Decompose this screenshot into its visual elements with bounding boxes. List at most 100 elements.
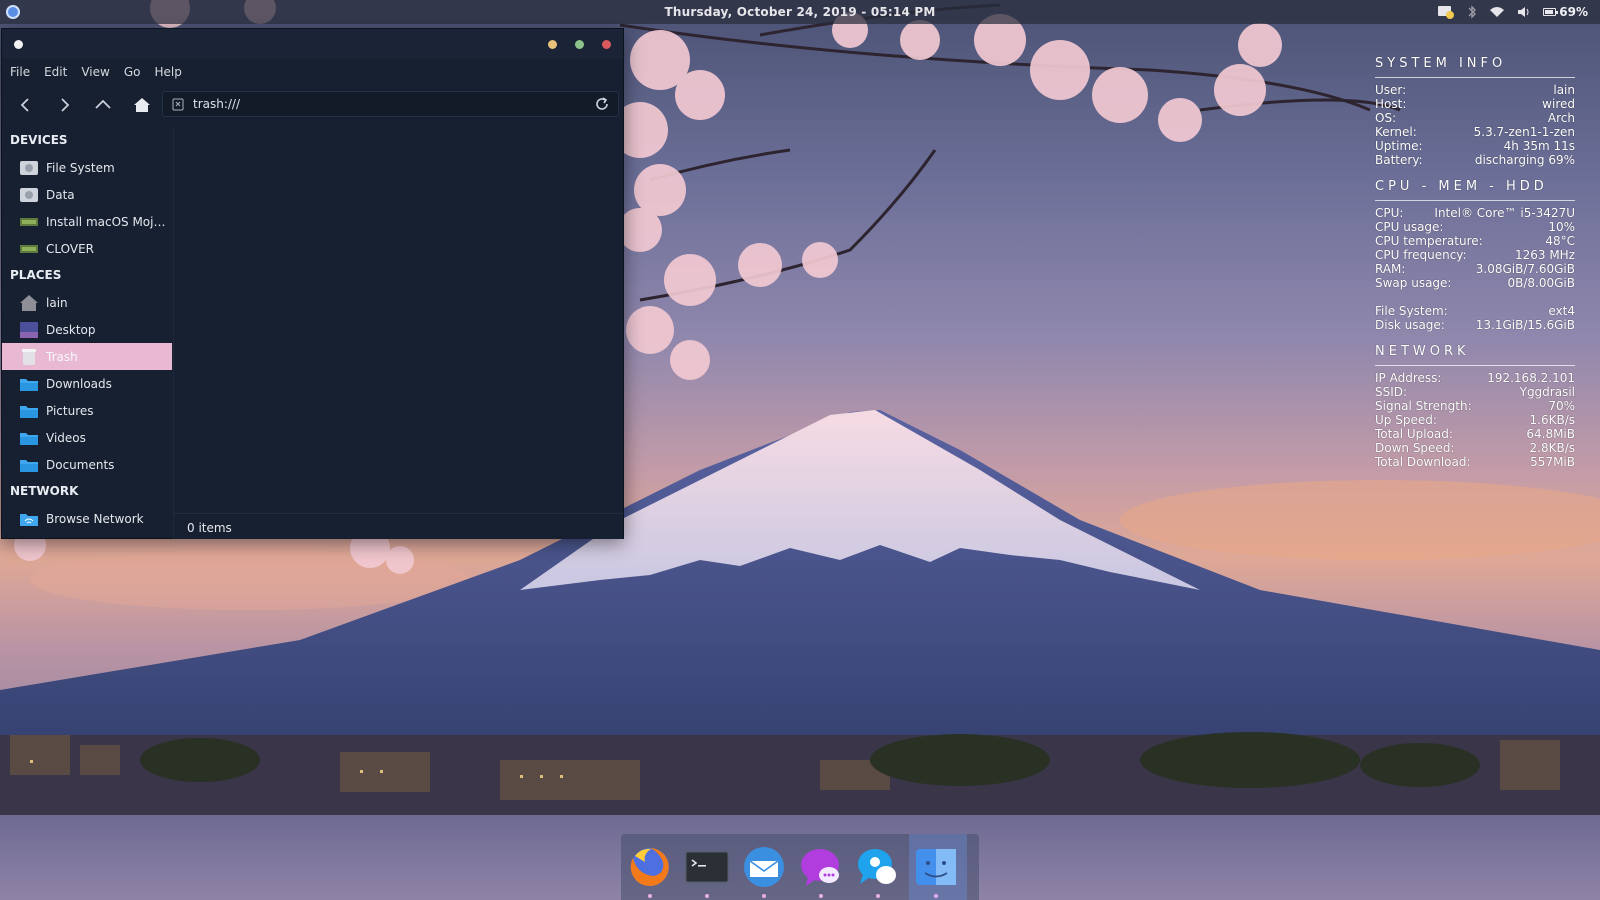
sidebar-item-clover[interactable]: CLOVER bbox=[2, 235, 172, 262]
sidebar-item-home[interactable]: lain bbox=[2, 289, 172, 316]
cpu-mem-hdd-title: CPU - MEM - HDD bbox=[1375, 179, 1575, 201]
sidebar-item-file-system[interactable]: File System bbox=[2, 154, 172, 181]
info-row: OS: Arch bbox=[1375, 111, 1575, 125]
forward-button[interactable] bbox=[52, 93, 76, 117]
info-row: Signal Strength: 70% bbox=[1375, 399, 1575, 413]
reload-icon[interactable] bbox=[594, 96, 610, 112]
folder-icon bbox=[19, 402, 39, 420]
info-row: Total Upload: 64.8MiB bbox=[1375, 427, 1575, 441]
cpu-mem-hdd-block: CPU - MEM - HDD CPU: Intel® Core™ i5-3427… bbox=[1375, 179, 1575, 332]
dock bbox=[621, 834, 979, 900]
network-icon bbox=[19, 510, 39, 528]
chevron-left-icon bbox=[20, 98, 29, 112]
home-icon bbox=[19, 294, 39, 312]
up-button[interactable] bbox=[91, 93, 115, 117]
window-titlebar[interactable] bbox=[2, 29, 623, 59]
info-row: IP Address: 192.168.2.101 bbox=[1375, 371, 1575, 385]
volume-icon[interactable] bbox=[1517, 3, 1531, 21]
mail-icon bbox=[744, 847, 784, 887]
sidebar-item-desktop[interactable]: Desktop bbox=[2, 316, 172, 343]
info-row: CPU frequency: 1263 MHz bbox=[1375, 248, 1575, 262]
info-row: Up Speed: 1.6KB/s bbox=[1375, 413, 1575, 427]
menu-view[interactable]: View bbox=[81, 65, 109, 79]
trash-icon bbox=[172, 98, 184, 111]
removable-drive-icon bbox=[19, 213, 39, 231]
info-row: Kernel: 5.3.7-zen1-1-zen bbox=[1375, 125, 1575, 139]
trash-icon bbox=[19, 348, 39, 366]
dock-mail[interactable] bbox=[741, 844, 787, 898]
home-icon bbox=[134, 98, 150, 112]
menu-file[interactable]: File bbox=[10, 65, 30, 79]
location-path[interactable]: trash:/// bbox=[193, 97, 240, 111]
system-info-title: SYSTEM INFO bbox=[1375, 56, 1575, 78]
chat-icon bbox=[858, 849, 896, 884]
info-row: CPU: Intel® Core™ i5-3427U bbox=[1375, 206, 1575, 220]
folder-icon bbox=[19, 375, 39, 393]
info-row: Swap usage: 0B/8.00GiB bbox=[1375, 276, 1575, 290]
status-bar: 0 items bbox=[173, 513, 623, 539]
item-count: 0 items bbox=[187, 521, 232, 535]
close-button[interactable] bbox=[602, 40, 611, 49]
notification-icon[interactable] bbox=[1437, 3, 1455, 21]
info-row: Uptime: 4h 35m 11s bbox=[1375, 139, 1575, 153]
firefox-icon bbox=[630, 848, 669, 886]
sidebar-item-install-macos[interactable]: Install macOS Mojave bbox=[2, 208, 172, 235]
home-button[interactable] bbox=[130, 93, 154, 117]
messenger-icon bbox=[801, 849, 839, 886]
sidebar-section-devices: DEVICES bbox=[10, 133, 68, 147]
folder-icon bbox=[19, 456, 39, 474]
minimize-button[interactable] bbox=[548, 40, 557, 49]
chevron-up-icon bbox=[95, 99, 111, 109]
chevron-right-icon bbox=[61, 98, 70, 112]
clock[interactable]: Thursday, October 24, 2019 - 05:14 PM bbox=[0, 5, 1600, 19]
file-list-area[interactable] bbox=[173, 127, 623, 539]
bluetooth-icon[interactable] bbox=[1467, 3, 1477, 21]
sidebar-item-downloads[interactable]: Downloads bbox=[2, 370, 172, 397]
window-menu-dot[interactable] bbox=[14, 40, 23, 49]
sidebar-item-documents[interactable]: Documents bbox=[2, 451, 172, 478]
info-row: RAM: 3.08GiB/7.60GiB bbox=[1375, 262, 1575, 276]
network-block: NETWORK IP Address: 192.168.2.101 SSID: Yg… bbox=[1375, 344, 1575, 469]
sidebar-section-places: PLACES bbox=[10, 268, 62, 282]
dock-messenger[interactable] bbox=[798, 844, 844, 898]
info-row: Disk usage: 13.1GiB/15.6GiB bbox=[1375, 318, 1575, 332]
sidebar: DEVICES File System Data Install macOS M… bbox=[2, 127, 172, 539]
sidebar-item-videos[interactable]: Videos bbox=[2, 424, 172, 451]
dock-firefox[interactable] bbox=[627, 844, 673, 898]
network-title: NETWORK bbox=[1375, 344, 1575, 366]
menu-help[interactable]: Help bbox=[154, 65, 181, 79]
info-row: SSID: Yggdrasil bbox=[1375, 385, 1575, 399]
dock-finder[interactable] bbox=[909, 834, 967, 900]
sidebar-section-network: NETWORK bbox=[10, 484, 79, 498]
sidebar-item-data[interactable]: Data bbox=[2, 181, 172, 208]
battery-indicator[interactable]: 69% bbox=[1543, 5, 1588, 19]
battery-percent: 69% bbox=[1559, 5, 1588, 19]
info-row: User: lain bbox=[1375, 83, 1575, 97]
system-tray: 69% bbox=[1437, 3, 1588, 21]
folder-icon bbox=[19, 429, 39, 447]
dock-chat[interactable] bbox=[855, 844, 901, 898]
desktop-icon bbox=[19, 321, 39, 339]
dock-terminal[interactable] bbox=[684, 844, 730, 898]
finder-icon bbox=[916, 849, 956, 885]
info-row: Battery: discharging 69% bbox=[1375, 153, 1575, 167]
wifi-icon[interactable] bbox=[1489, 3, 1505, 21]
conky-widget: SYSTEM INFO User: lain Host: wired OS: Arch… bbox=[1375, 56, 1575, 481]
toolbar: trash:/// bbox=[2, 87, 623, 123]
info-row: Total Download: 557MiB bbox=[1375, 455, 1575, 469]
system-info-block: SYSTEM INFO User: lain Host: wired OS: Arch… bbox=[1375, 56, 1575, 167]
maximize-button[interactable] bbox=[575, 40, 584, 49]
menu-go[interactable]: Go bbox=[124, 65, 141, 79]
file-manager-window: File Edit View Go Help trash:/// DEVICES… bbox=[1, 28, 624, 539]
menu-edit[interactable]: Edit bbox=[44, 65, 67, 79]
sidebar-item-browse-network[interactable]: Browse Network bbox=[2, 505, 172, 532]
back-button[interactable] bbox=[14, 93, 38, 117]
battery-icon bbox=[1543, 8, 1559, 16]
removable-drive-icon bbox=[19, 240, 39, 258]
info-row: Down Speed: 2.8KB/s bbox=[1375, 441, 1575, 455]
sidebar-item-trash[interactable]: Trash bbox=[2, 343, 172, 370]
info-row: CPU temperature: 48°C bbox=[1375, 234, 1575, 248]
sidebar-item-pictures[interactable]: Pictures bbox=[2, 397, 172, 424]
top-panel: Thursday, October 24, 2019 - 05:14 PM 69… bbox=[0, 0, 1600, 24]
location-bar[interactable]: trash:/// bbox=[162, 91, 619, 117]
